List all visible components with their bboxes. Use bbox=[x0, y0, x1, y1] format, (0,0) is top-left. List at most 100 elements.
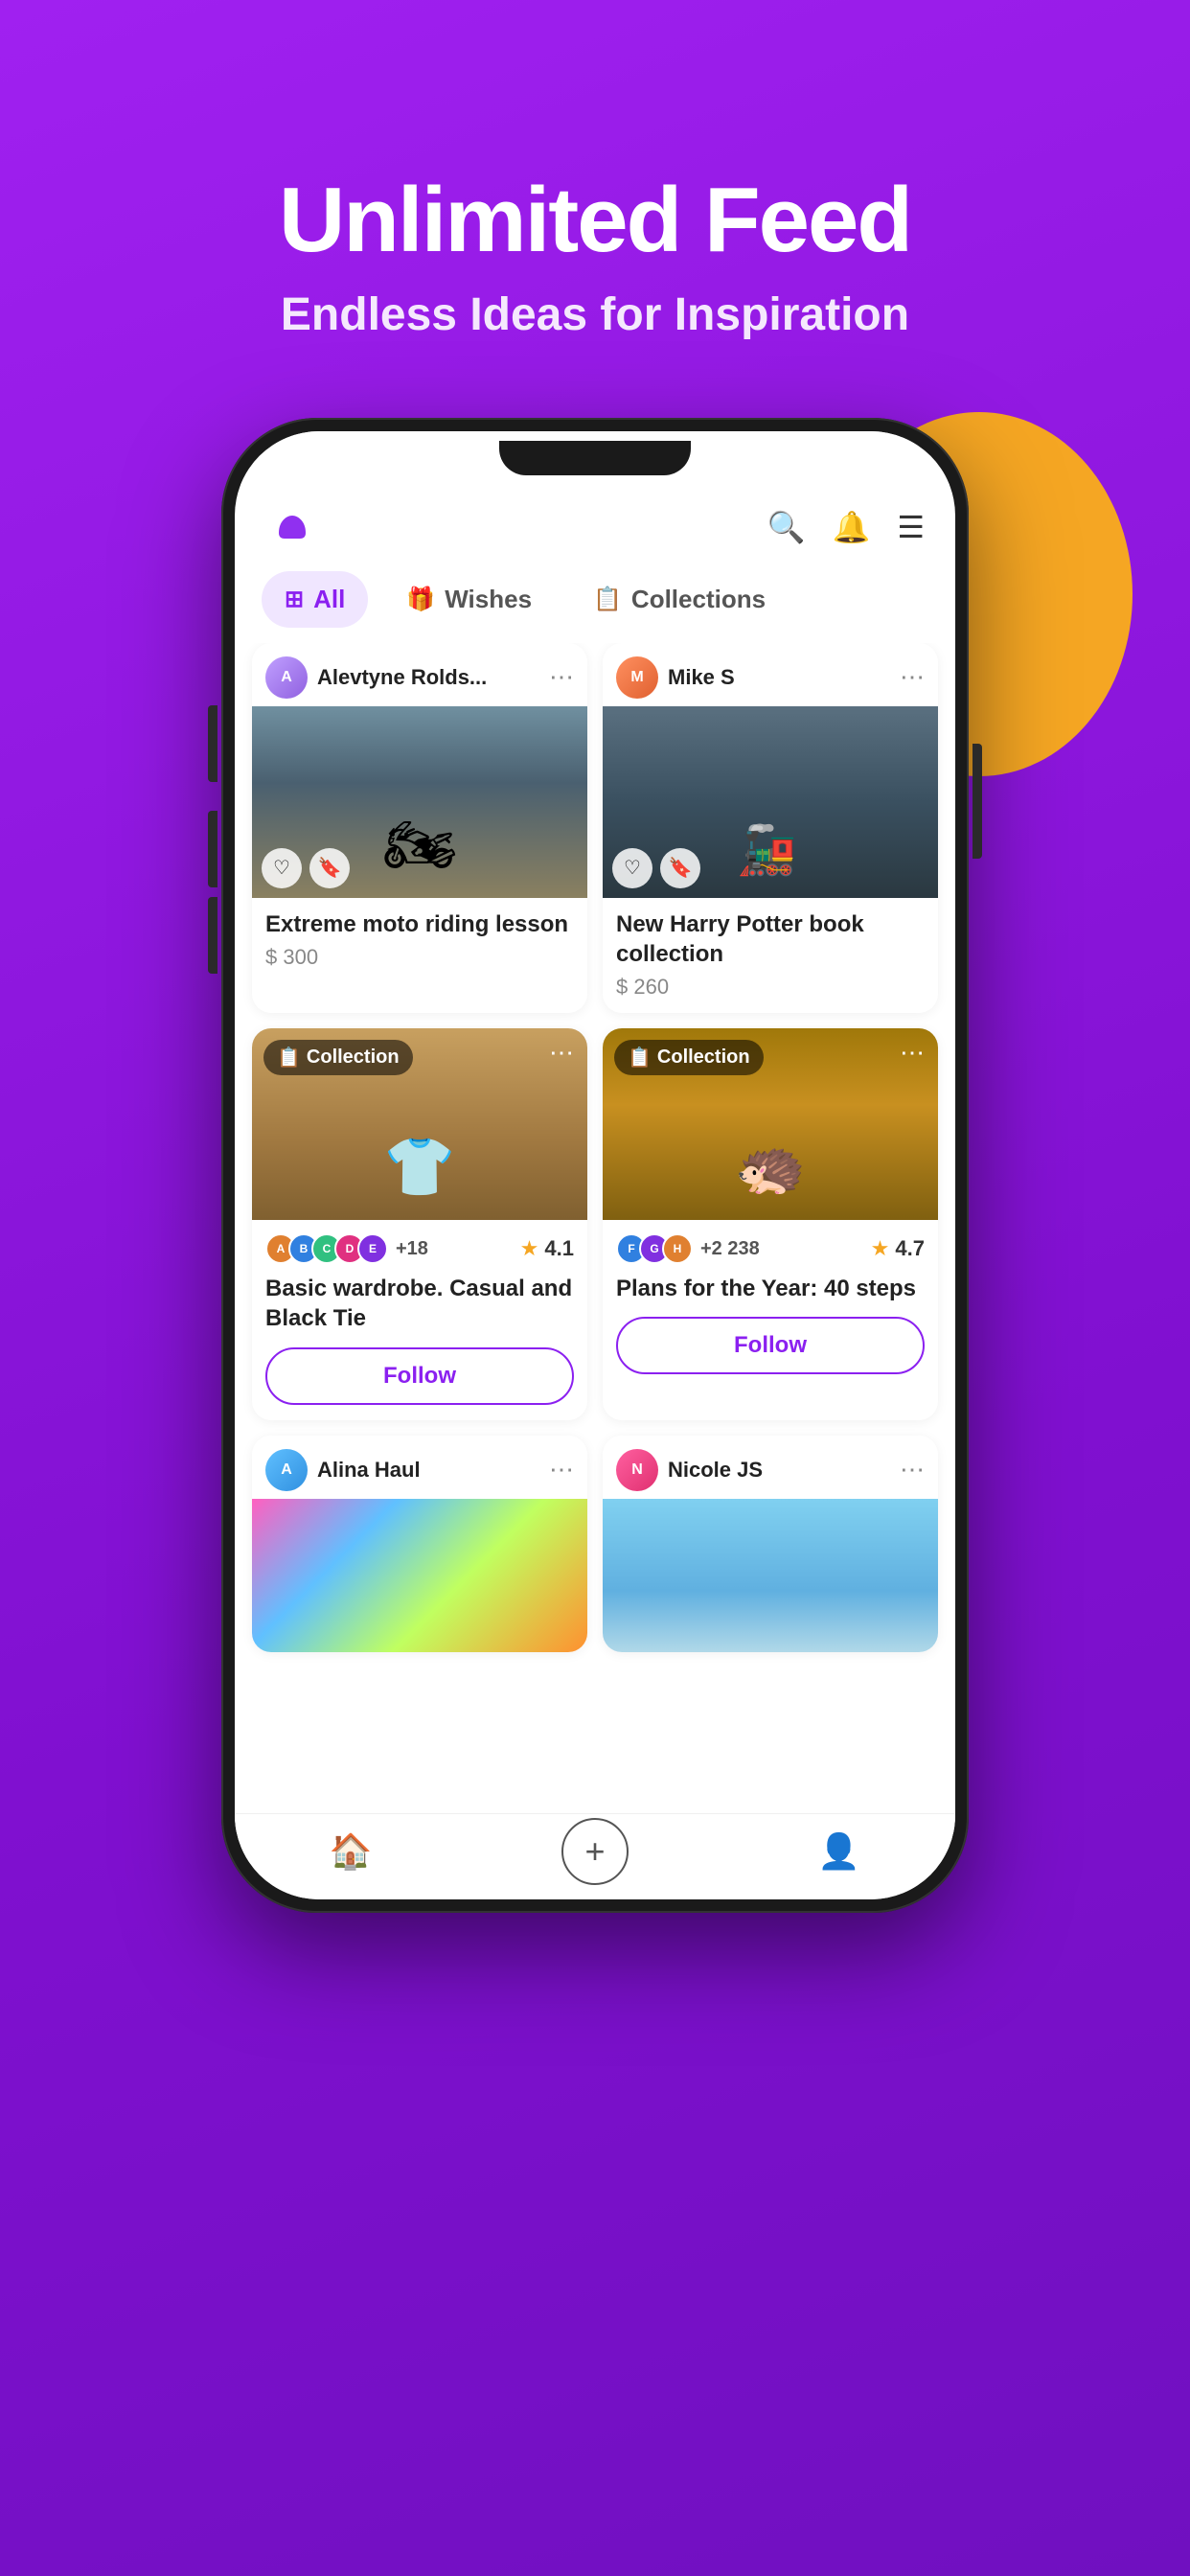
coll-image-wardrobe: 📋 Collection ⋯ bbox=[252, 1028, 587, 1220]
user-card-nicole: N Nicole JS ⋯ bbox=[603, 1436, 938, 1652]
product-card-harry: M Mike S ⋯ ♡ 🔖 bbox=[603, 643, 938, 1013]
home-icon: 🏠 bbox=[330, 1831, 373, 1872]
tab-bar: ⊞ All 🎁 Wishes 📋 Collections bbox=[235, 564, 955, 643]
user-card-header-alina: A Alina Haul ⋯ bbox=[252, 1436, 587, 1499]
collection-badge-wardrobe: 📋 Collection bbox=[263, 1040, 413, 1075]
username-alevtyne: Alevtyne Rolds... bbox=[317, 665, 487, 690]
more-menu-plans[interactable]: ⋯ bbox=[900, 1038, 925, 1068]
username-nicole: Nicole JS bbox=[668, 1458, 763, 1483]
card-user-alevtyne: A Alevtyne Rolds... bbox=[265, 656, 487, 699]
plus-count-plans: +2 238 bbox=[700, 1238, 760, 1260]
search-icon[interactable]: 🔍 bbox=[767, 509, 806, 545]
card-header-moto: A Alevtyne Rolds... ⋯ bbox=[252, 643, 587, 706]
card-image-harry: ♡ 🔖 bbox=[603, 706, 938, 898]
tab-wishes-label: Wishes bbox=[445, 585, 532, 614]
product-card-moto: A Alevtyne Rolds... ⋯ ♡ 🔖 bbox=[252, 643, 587, 1013]
phone-mockup: 🔍 🔔 ☰ ⊞ All 🎁 Wishes 📋 Collections bbox=[221, 418, 969, 1913]
coll-avatars-plans: F G H +2 238 ★ 4.7 bbox=[616, 1233, 925, 1264]
coll-title-wardrobe: Basic wardrobe. Casual and Black Tie bbox=[265, 1274, 574, 1333]
coll-image-plans: 📋 Collection ⋯ bbox=[603, 1028, 938, 1220]
app-logo bbox=[265, 500, 319, 554]
user-post-cards-row: A Alina Haul ⋯ N Nicole JS bbox=[252, 1436, 938, 1652]
plus-count-wardrobe: +18 bbox=[396, 1238, 428, 1260]
rating-val-wardrobe: 4.1 bbox=[544, 1236, 574, 1261]
card-user-nicole: N Nicole JS bbox=[616, 1449, 763, 1491]
coll-avatars-wardrobe: A B C D E +18 ★ 4.1 bbox=[265, 1233, 574, 1264]
home-nav-btn[interactable]: 🏠 bbox=[330, 1831, 373, 1872]
card-user-alina: A Alina Haul bbox=[265, 1449, 421, 1491]
feed: A Alevtyne Rolds... ⋯ ♡ 🔖 bbox=[235, 643, 955, 1813]
rating-wardrobe: ★ 4.1 bbox=[520, 1236, 574, 1261]
coll-meta-plans: F G H +2 238 ★ 4.7 Plans for the bbox=[603, 1220, 938, 1390]
all-icon: ⊞ bbox=[285, 586, 304, 613]
more-menu-wardrobe[interactable]: ⋯ bbox=[549, 1038, 574, 1068]
follow-btn-wardrobe[interactable]: Follow bbox=[265, 1347, 574, 1405]
collections-icon: 📋 bbox=[593, 586, 622, 613]
bell-icon[interactable]: 🔔 bbox=[832, 509, 870, 545]
collection-card-wardrobe: 📋 Collection ⋯ A B C D bbox=[252, 1028, 587, 1419]
tab-all[interactable]: ⊞ All bbox=[262, 571, 368, 628]
username-mike: Mike S bbox=[668, 665, 735, 690]
coll-title-plans: Plans for the Year: 40 steps bbox=[616, 1274, 925, 1303]
user-card-header-nicole: N Nicole JS ⋯ bbox=[603, 1436, 938, 1499]
app-header: 🔍 🔔 ☰ bbox=[235, 485, 955, 564]
tab-collections[interactable]: 📋 Collections bbox=[570, 571, 789, 628]
avatar-mike: M bbox=[616, 656, 658, 699]
bookmark-btn-harry[interactable]: 🔖 bbox=[660, 848, 700, 888]
like-btn-harry[interactable]: ♡ bbox=[612, 848, 652, 888]
avatar-nicole: N bbox=[616, 1449, 658, 1491]
collection-icon-2: 📋 bbox=[628, 1046, 652, 1070]
post-image-alina bbox=[252, 1499, 587, 1652]
card-image-moto: ♡ 🔖 bbox=[252, 706, 587, 898]
add-nav-btn[interactable]: + bbox=[561, 1818, 629, 1885]
add-icon: + bbox=[584, 1831, 605, 1872]
coll-meta-wardrobe: A B C D E +18 ★ 4.1 bbox=[252, 1220, 587, 1419]
card-header-harry: M Mike S ⋯ bbox=[603, 643, 938, 706]
collection-badge-plans: 📋 Collection bbox=[614, 1040, 764, 1075]
camera-notch bbox=[499, 441, 691, 475]
more-menu-moto[interactable]: ⋯ bbox=[549, 662, 574, 692]
hero-header: Unlimited Feed Endless Ideas for Inspira… bbox=[279, 172, 911, 341]
phone-frame: 🔍 🔔 ☰ ⊞ All 🎁 Wishes 📋 Collections bbox=[221, 418, 969, 1913]
post-image-nicole bbox=[603, 1499, 938, 1652]
card-title-harry: New Harry Potter book collection bbox=[616, 909, 925, 969]
follow-btn-plans[interactable]: Follow bbox=[616, 1317, 925, 1374]
card-title-moto: Extreme moto riding lesson bbox=[265, 909, 574, 939]
more-menu-alina[interactable]: ⋯ bbox=[549, 1455, 574, 1484]
tab-collections-label: Collections bbox=[631, 585, 766, 614]
mini-avatar-5: E bbox=[357, 1233, 388, 1264]
bookmark-btn-moto[interactable]: 🔖 bbox=[309, 848, 350, 888]
card-footer-harry: New Harry Potter book collection $ 260 bbox=[603, 898, 938, 1013]
username-alina: Alina Haul bbox=[317, 1458, 421, 1483]
tab-all-label: All bbox=[313, 585, 345, 614]
product-cards-row: A Alevtyne Rolds... ⋯ ♡ 🔖 bbox=[252, 643, 938, 1013]
avatar-alevtyne: A bbox=[265, 656, 308, 699]
collection-card-plans: 📋 Collection ⋯ F G H bbox=[603, 1028, 938, 1419]
more-menu-nicole[interactable]: ⋯ bbox=[900, 1455, 925, 1484]
user-card-alina: A Alina Haul ⋯ bbox=[252, 1436, 587, 1652]
card-actions-harry: ♡ 🔖 bbox=[612, 848, 700, 888]
bottom-nav: 🏠 + 👤 bbox=[235, 1813, 955, 1899]
avatar-alina: A bbox=[265, 1449, 308, 1491]
rating-val-plans: 4.7 bbox=[895, 1236, 925, 1261]
avatar-group-wardrobe: A B C D E bbox=[265, 1233, 388, 1264]
notch-bar bbox=[235, 431, 955, 485]
profile-nav-btn[interactable]: 👤 bbox=[817, 1831, 860, 1872]
star-icon-wardrobe: ★ bbox=[520, 1236, 539, 1261]
collection-cards-row: 📋 Collection ⋯ A B C D bbox=[252, 1028, 938, 1419]
profile-icon: 👤 bbox=[817, 1831, 860, 1872]
tab-wishes[interactable]: 🎁 Wishes bbox=[383, 571, 555, 628]
rating-plans: ★ 4.7 bbox=[871, 1236, 925, 1261]
header-icons: 🔍 🔔 ☰ bbox=[767, 509, 925, 545]
wishes-icon: 🎁 bbox=[406, 586, 435, 613]
page-title: Unlimited Feed bbox=[279, 172, 911, 269]
more-menu-harry[interactable]: ⋯ bbox=[900, 662, 925, 692]
mini-avatar-p3: H bbox=[662, 1233, 693, 1264]
menu-icon[interactable]: ☰ bbox=[897, 509, 925, 545]
phone-screen: 🔍 🔔 ☰ ⊞ All 🎁 Wishes 📋 Collections bbox=[235, 431, 955, 1899]
card-footer-moto: Extreme moto riding lesson $ 300 bbox=[252, 898, 587, 983]
avatar-group-plans: F G H bbox=[616, 1233, 693, 1264]
card-price-moto: $ 300 bbox=[265, 945, 574, 970]
card-user-mike: M Mike S bbox=[616, 656, 735, 699]
like-btn-moto[interactable]: ♡ bbox=[262, 848, 302, 888]
